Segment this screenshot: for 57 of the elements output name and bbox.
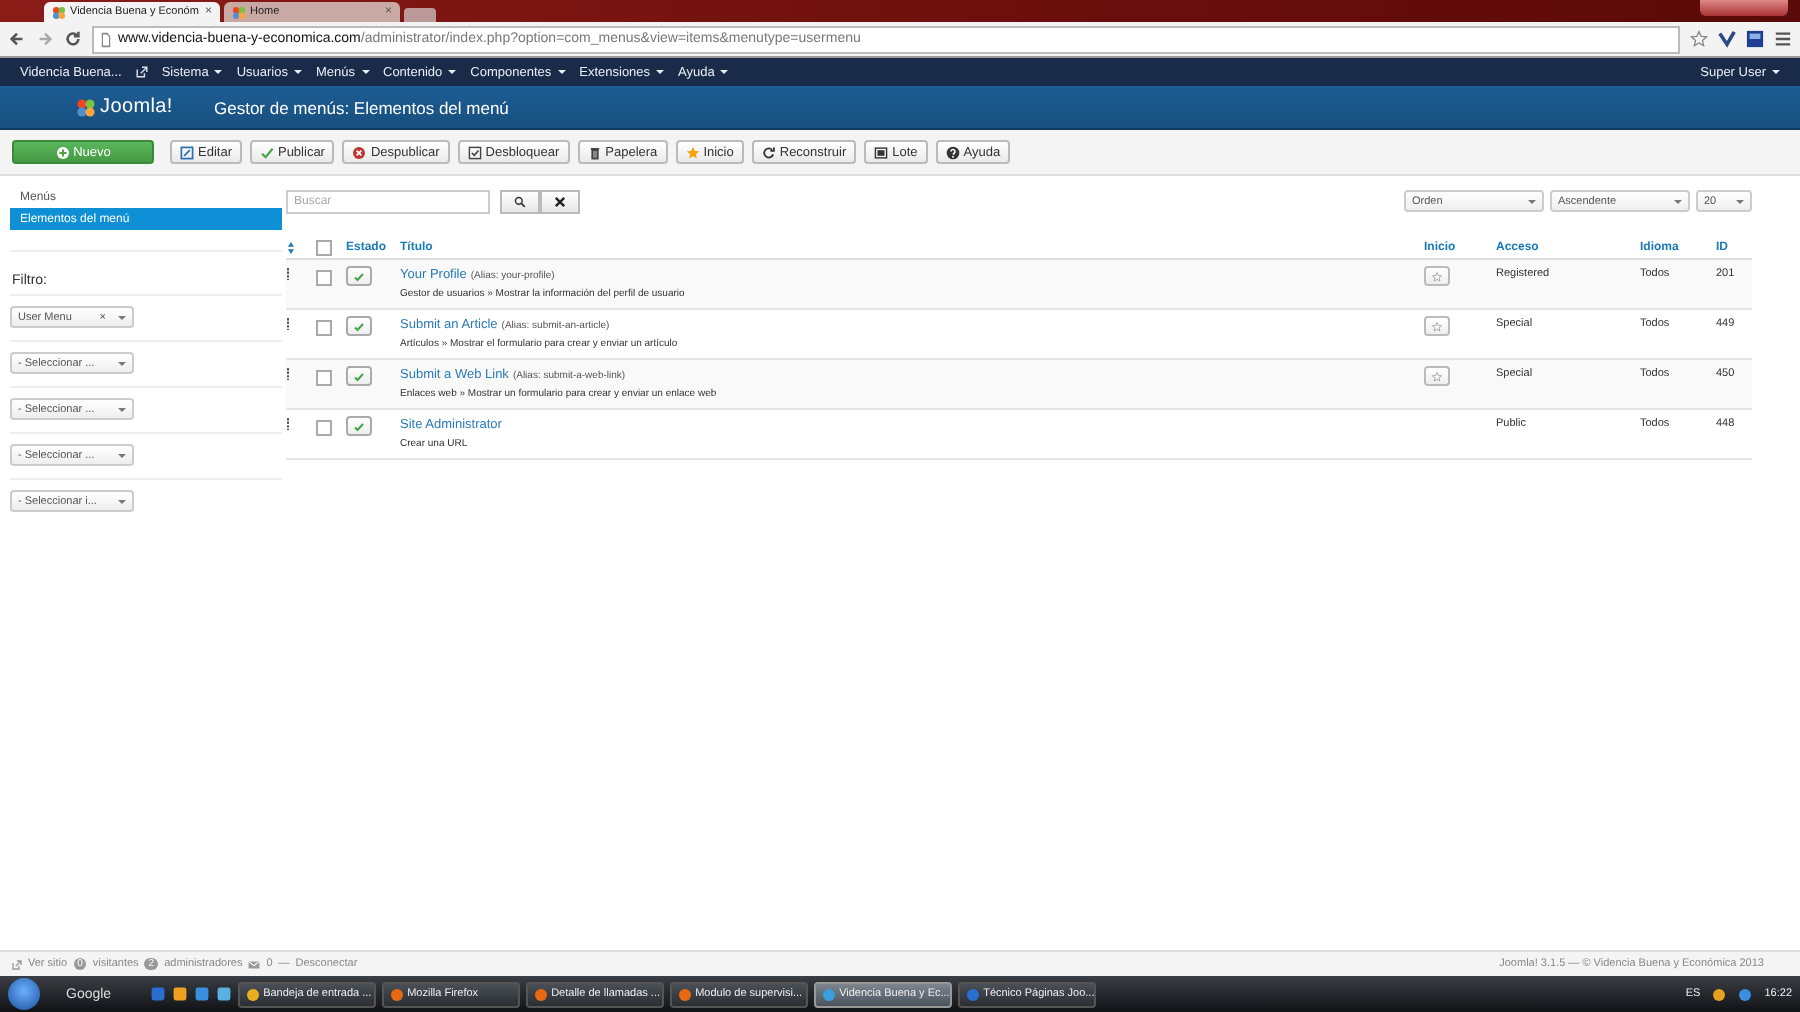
plus-icon: [55, 145, 70, 159]
external-link-icon: [12, 959, 22, 969]
batch-icon: [874, 145, 889, 159]
drag-handle-icon[interactable]: [286, 268, 290, 280]
status-button[interactable]: [346, 266, 372, 286]
mail-icon: [248, 959, 261, 969]
row-checkbox[interactable]: [316, 320, 332, 336]
joomla-logo-icon: [76, 97, 96, 117]
refresh-icon: [761, 145, 776, 159]
drag-handle-icon[interactable]: [286, 318, 290, 330]
app-icon: [965, 987, 980, 1001]
star-icon: [1432, 271, 1442, 281]
extension-icon[interactable]: [1746, 30, 1764, 48]
app-icon: [821, 987, 836, 1001]
menu-icon[interactable]: [1774, 30, 1792, 48]
help-icon: [945, 145, 960, 159]
status-button[interactable]: [346, 416, 372, 436]
check-icon: [354, 371, 364, 381]
row-checkbox[interactable]: [316, 370, 332, 386]
back-icon[interactable]: [8, 30, 26, 48]
star-icon: [685, 145, 700, 159]
drag-handle-icon[interactable]: [286, 368, 290, 380]
app-icon: [677, 987, 692, 1001]
check-icon: [259, 145, 274, 159]
clear-button[interactable]: [540, 189, 580, 213]
joomla-icon: [52, 5, 66, 19]
status-button[interactable]: [346, 316, 372, 336]
search-icon: [514, 195, 526, 207]
edit-icon: [180, 145, 194, 159]
row-checkbox[interactable]: [316, 420, 332, 436]
star-icon[interactable]: [1690, 30, 1708, 48]
start-button[interactable]: [8, 978, 40, 1010]
row-checkbox[interactable]: [316, 270, 332, 286]
status-button[interactable]: [346, 366, 372, 386]
trash-icon: [587, 145, 602, 159]
extension-icon[interactable]: [1718, 30, 1736, 48]
star-icon: [1432, 371, 1442, 381]
joomla-icon: [232, 5, 246, 19]
search-button[interactable]: [500, 189, 540, 213]
app-icon: [389, 987, 404, 1001]
drag-handle-icon[interactable]: [286, 418, 290, 430]
sort-icon[interactable]: [286, 241, 296, 253]
page-icon: [100, 31, 112, 47]
checkbox-icon: [467, 145, 482, 159]
external-link-icon[interactable]: [135, 66, 148, 78]
check-icon: [354, 421, 364, 431]
select-all-checkbox[interactable]: [316, 240, 332, 256]
star-icon: [1432, 321, 1442, 331]
reload-icon[interactable]: [64, 30, 82, 48]
app-icon: [245, 987, 260, 1001]
unpublish-icon: [352, 145, 367, 159]
logo-text: Joomla!: [100, 96, 173, 118]
check-icon: [354, 271, 364, 281]
page-title: Gestor de menús: Elementos del menú: [214, 97, 509, 117]
app-icon: [533, 987, 548, 1001]
check-icon: [354, 321, 364, 331]
close-icon: [554, 195, 566, 207]
